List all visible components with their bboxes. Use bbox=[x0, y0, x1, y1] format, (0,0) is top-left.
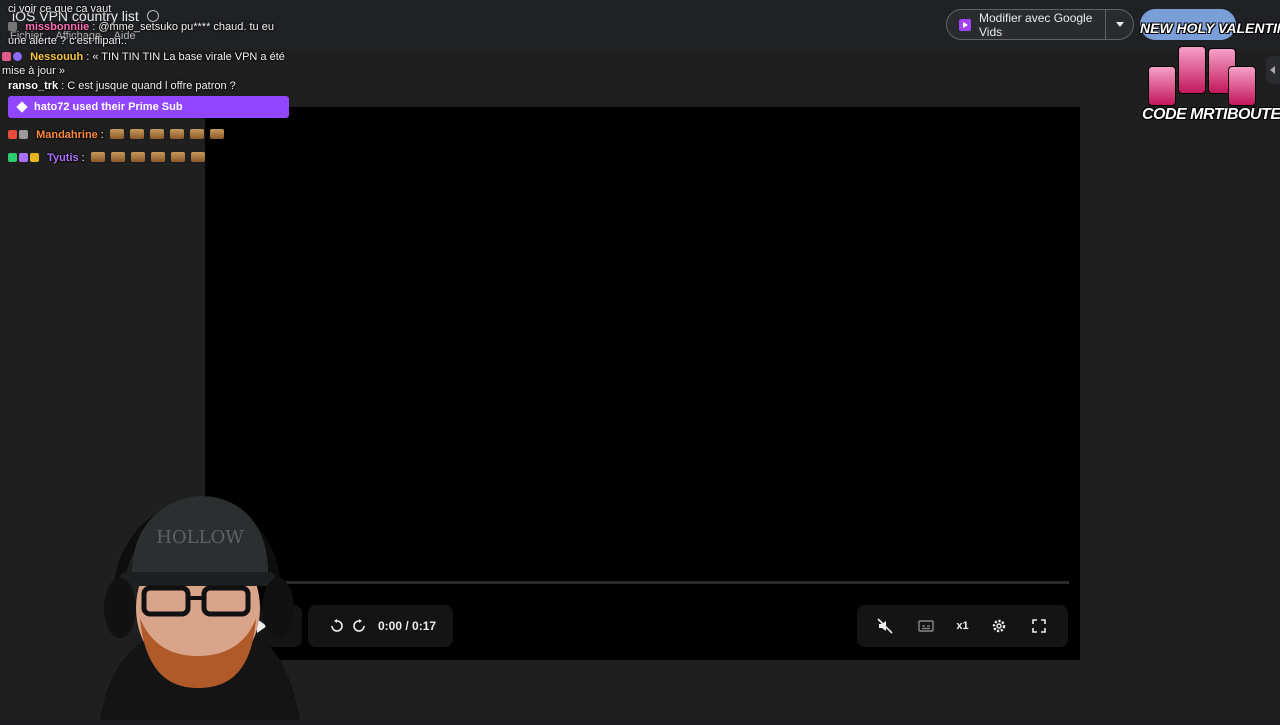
sponsor-code: CODE MRTIBOUTE bbox=[1142, 106, 1280, 123]
chat-message: missbonniie: @mme_setsuko pu**** chaud. t… bbox=[8, 20, 274, 47]
chat-username: Tyutis bbox=[47, 152, 79, 164]
chat-badges bbox=[8, 128, 30, 142]
chat-username: ranso_trk bbox=[8, 80, 59, 92]
progress-bar[interactable] bbox=[275, 581, 1069, 584]
emote-row bbox=[90, 152, 211, 164]
chat-message: ci voir ce que ca vaut bbox=[8, 2, 111, 16]
chevron-down-icon[interactable] bbox=[1105, 10, 1133, 39]
chat-username: missbonniie bbox=[25, 21, 90, 33]
fullscreen-icon[interactable] bbox=[1028, 615, 1050, 637]
chat-badges bbox=[8, 151, 41, 165]
player-settings-controls: x1 bbox=[857, 605, 1068, 647]
edit-with-google-vids-button[interactable]: Modifier avec Google Vids bbox=[946, 9, 1134, 40]
gear-icon[interactable] bbox=[988, 615, 1010, 637]
chat-message: Nessouuh: « TIN TIN TIN La base virale VP… bbox=[2, 50, 285, 77]
video-player[interactable]: 0:00 / 0:17 x1 bbox=[205, 107, 1080, 660]
chat-badges bbox=[8, 20, 19, 34]
playback-speed[interactable]: x1 bbox=[956, 620, 968, 632]
seek-controls: 0:00 / 0:17 bbox=[308, 605, 453, 647]
rewind-10-icon[interactable] bbox=[326, 615, 348, 637]
time-display: 0:00 / 0:17 bbox=[378, 619, 437, 633]
chat-message: Tyutis: bbox=[8, 151, 211, 165]
google-vids-label: Modifier avec Google Vids bbox=[979, 10, 1093, 39]
chat-badges bbox=[2, 50, 24, 64]
google-vids-icon bbox=[959, 18, 971, 31]
emote-row bbox=[109, 129, 230, 141]
chat-message-text: C est jusque quand l offre patron ? bbox=[67, 80, 236, 92]
webcam-streamer: HOLLOW bbox=[100, 488, 300, 720]
chat-username: Nessouuh bbox=[30, 51, 84, 63]
forward-10-icon[interactable] bbox=[348, 615, 370, 637]
prime-sub-text: hato72 used their Prime Sub bbox=[34, 101, 183, 113]
chat-message-text: ci voir ce que ca vaut bbox=[8, 3, 112, 15]
mute-icon[interactable] bbox=[874, 615, 896, 637]
product-cans-image bbox=[1148, 40, 1260, 108]
svg-text:HOLLOW: HOLLOW bbox=[156, 527, 244, 548]
sponsor-overlay: NEW HOLY VALENTINE CODE MRTIBOUTE bbox=[1138, 14, 1280, 132]
sponsor-title: NEW HOLY VALENTINE bbox=[1140, 20, 1280, 36]
chat-username: Mandahrine bbox=[36, 129, 98, 141]
chat-message: ranso_trk: C est jusque quand l offre pat… bbox=[8, 80, 236, 92]
chat-message: Mandahrine: bbox=[8, 128, 230, 142]
prime-crown-icon bbox=[16, 101, 28, 113]
captions-icon[interactable] bbox=[915, 615, 937, 637]
prime-sub-notification: hato72 used their Prime Sub bbox=[8, 96, 289, 118]
